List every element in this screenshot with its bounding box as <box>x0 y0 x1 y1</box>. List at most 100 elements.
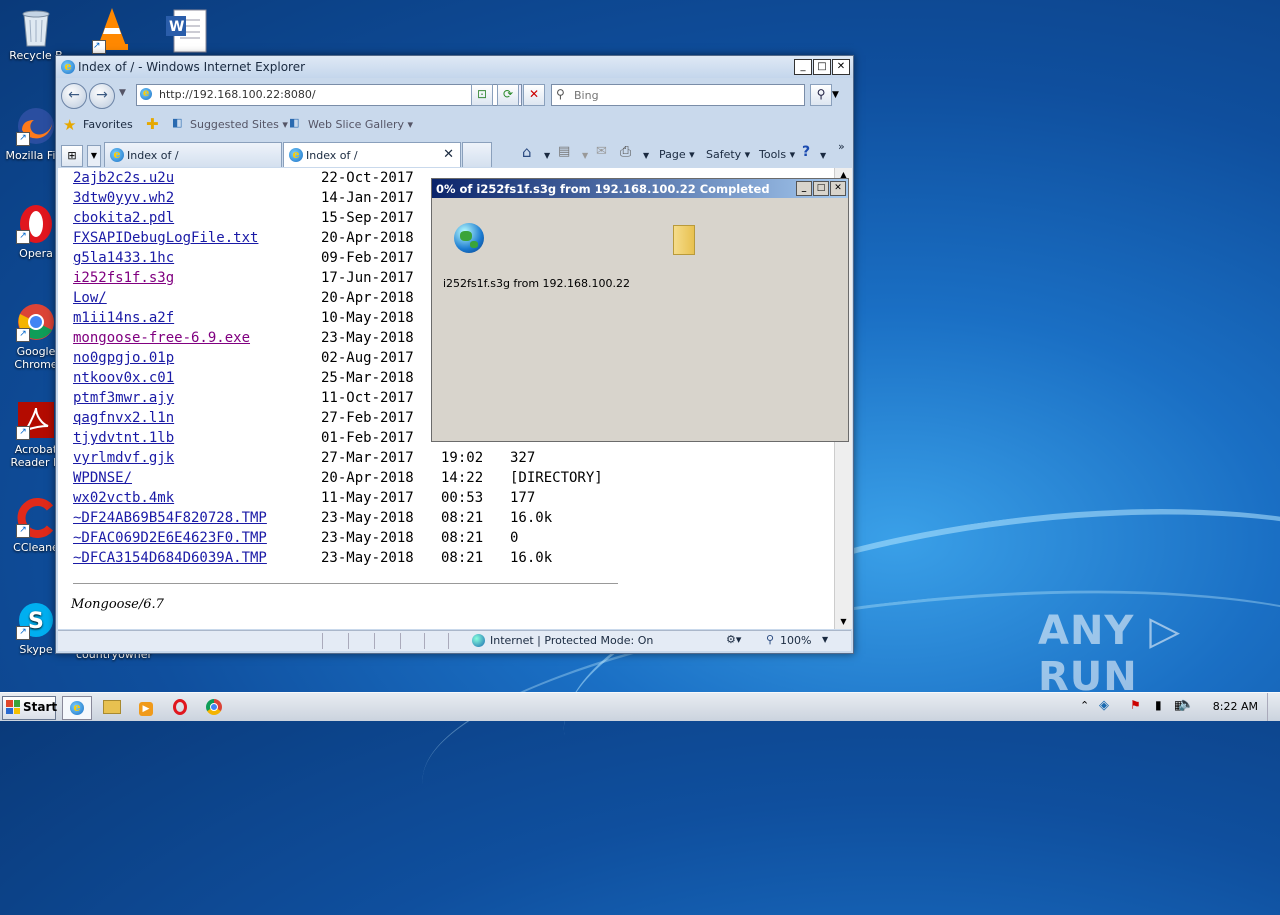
help-dropdown[interactable]: ▼ <box>820 151 826 160</box>
favorites-bar: ★ Favorites ✚ ◧ Suggested Sites ▾ ◧ Web … <box>56 112 853 138</box>
desktop-icon-recycle-bin[interactable]: Recycle B <box>0 6 72 62</box>
file-link[interactable]: Low/ <box>73 288 107 308</box>
file-link[interactable]: ~DFCA3154D684D6039A.TMP <box>73 548 267 568</box>
tray-power-icon[interactable]: ▮ <box>1155 698 1162 712</box>
file-link[interactable]: vyrlmdvf.gjk <box>73 448 174 468</box>
show-desktop-button[interactable] <box>1267 693 1280 721</box>
file-link[interactable]: ntkoov0x.c01 <box>73 368 174 388</box>
opera-icon: ↗ <box>16 204 56 244</box>
tray-action-center-icon[interactable]: ⚑ <box>1130 698 1141 712</box>
tab-index-1[interactable]: e Index of / <box>104 142 282 167</box>
recent-pages-dropdown[interactable]: ▼ <box>119 88 126 98</box>
back-button[interactable]: ← <box>61 83 87 109</box>
file-date: 11-Oct-2017 <box>321 390 414 406</box>
page-menu[interactable]: Page ▾ <box>659 148 695 161</box>
feeds-dropdown[interactable]: ▼ <box>582 151 588 160</box>
dialog-maximize-button[interactable]: □ <box>813 181 829 196</box>
file-link[interactable]: cbokita2.pdl <box>73 208 174 228</box>
maximize-button[interactable]: □ <box>813 59 831 75</box>
close-button[interactable]: ✕ <box>832 59 850 75</box>
shortcut-arrow-icon: ↗ <box>16 132 30 146</box>
file-link[interactable]: no0gpgjo.01p <box>73 348 174 368</box>
taskbar-opera-button[interactable] <box>166 696 194 718</box>
status-bar: Internet | Protected Mode: On ⚙▾ ⚲ 100% … <box>58 630 851 651</box>
add-to-favorites-icon[interactable]: ✚ <box>146 115 159 133</box>
show-hidden-icons-button[interactable]: ⌃ <box>1080 699 1089 712</box>
home-dropdown[interactable]: ▼ <box>544 151 550 160</box>
compatibility-view-button[interactable]: ⊡ <box>471 84 493 106</box>
forward-button[interactable]: → <box>89 83 115 109</box>
desktop-icon-word-document[interactable]: W <box>164 8 208 54</box>
shortcut-arrow-icon: ↗ <box>92 40 106 54</box>
stop-button[interactable]: ✕ <box>523 84 545 106</box>
close-tab-icon[interactable]: ✕ <box>443 147 454 162</box>
favorites-button[interactable]: Favorites <box>83 118 133 131</box>
zoom-level[interactable]: 100% <box>780 634 811 647</box>
minimize-button[interactable]: _ <box>794 59 812 75</box>
protected-mode-icon[interactable]: ⚙▾ <box>726 633 741 646</box>
file-link[interactable]: WPDNSE/ <box>73 468 132 488</box>
clock[interactable]: 8:22 AM <box>1213 700 1258 713</box>
search-options-dropdown[interactable]: ▼ <box>832 90 839 100</box>
chrome-icon <box>206 699 222 715</box>
file-date: 22-Oct-2017 <box>321 170 414 186</box>
file-link[interactable]: ~DFAC069D2E6E4623F0.TMP <box>73 528 267 548</box>
tab-label: Index of / <box>127 149 179 162</box>
globe-icon <box>454 223 484 253</box>
read-mail-icon[interactable]: ✉ <box>596 144 607 159</box>
file-link[interactable]: ~DF24AB69B54F820728.TMP <box>73 508 267 528</box>
safety-menu[interactable]: Safety ▾ <box>706 148 750 161</box>
tray-network-app-icon[interactable]: ◈ <box>1099 698 1109 713</box>
web-slice-gallery-link[interactable]: Web Slice Gallery ▾ <box>308 118 413 131</box>
taskbar-ie-button[interactable]: e <box>62 696 92 720</box>
start-button[interactable]: Start <box>2 696 57 720</box>
print-dropdown[interactable]: ▼ <box>643 151 649 160</box>
zoom-dropdown[interactable]: ▼ <box>822 635 828 644</box>
dialog-close-button[interactable]: ✕ <box>830 181 846 196</box>
help-icon[interactable]: ? <box>802 144 810 160</box>
file-link[interactable]: qagfnvx2.l1n <box>73 408 174 428</box>
file-link[interactable]: i252fs1f.s3g <box>73 268 174 288</box>
tools-menu[interactable]: Tools ▾ <box>759 148 795 161</box>
tab-list-dropdown[interactable]: ▼ <box>87 145 101 167</box>
file-link[interactable]: 2ajb2c2s.u2u <box>73 168 174 188</box>
file-date: 23-May-2018 <box>321 330 414 346</box>
refresh-button[interactable]: ⟳ <box>497 84 519 106</box>
print-icon[interactable]: ⎙ <box>620 144 631 160</box>
feeds-icon[interactable]: ▤ <box>558 144 570 159</box>
scroll-down-arrow[interactable]: ▼ <box>835 615 852 629</box>
file-date: 17-Jun-2017 <box>321 270 414 286</box>
file-time: 14:22 <box>441 470 484 486</box>
file-link[interactable]: 3dtw0yyv.wh2 <box>73 188 174 208</box>
desktop-icon-vlc[interactable]: ↗ <box>92 6 136 54</box>
file-link[interactable]: m1ii14ns.a2f <box>73 308 174 328</box>
tab-index-2[interactable]: e Index of / ✕ <box>283 142 461 167</box>
file-link[interactable]: mongoose-free-6.9.exe <box>73 328 250 348</box>
security-zone-text[interactable]: Internet | Protected Mode: On <box>490 634 653 647</box>
home-icon[interactable]: ⌂ <box>522 143 532 161</box>
dialog-title-bar[interactable]: 0% of i252fs1f.s3g from 192.168.100.22 C… <box>432 179 848 198</box>
search-input[interactable] <box>572 88 796 103</box>
file-link[interactable]: wx02vctb.4mk <box>73 488 174 508</box>
divider <box>73 583 618 584</box>
quick-tabs-button[interactable]: ⊞ <box>61 145 83 167</box>
address-bar[interactable]: e ▼ <box>136 84 522 106</box>
search-button[interactable]: ⚲ <box>810 84 832 106</box>
shortcut-arrow-icon: ↗ <box>16 426 30 440</box>
tray-volume-icon[interactable]: 🔈 <box>1178 697 1194 712</box>
file-link[interactable]: g5la1433.1hc <box>73 248 174 268</box>
taskbar-media-player-button[interactable]: ▶ <box>132 696 160 718</box>
search-box[interactable]: ⚲ <box>551 84 805 106</box>
taskbar-chrome-button[interactable] <box>200 696 228 718</box>
suggested-sites-link[interactable]: Suggested Sites ▾ <box>190 118 288 131</box>
taskbar-explorer-button[interactable] <box>98 696 126 718</box>
new-tab-button[interactable] <box>462 142 492 167</box>
toolbar-overflow-chevron[interactable]: » <box>838 140 845 153</box>
file-link[interactable]: FXSAPIDebugLogFile.txt <box>73 228 258 248</box>
title-bar[interactable]: e Index of / - Windows Internet Explorer… <box>56 56 853 78</box>
folder-icon <box>673 225 695 255</box>
file-link[interactable]: tjydvtnt.1lb <box>73 428 174 448</box>
address-input[interactable] <box>157 87 461 102</box>
file-link[interactable]: ptmf3mwr.ajy <box>73 388 174 408</box>
dialog-minimize-button[interactable]: _ <box>796 181 812 196</box>
